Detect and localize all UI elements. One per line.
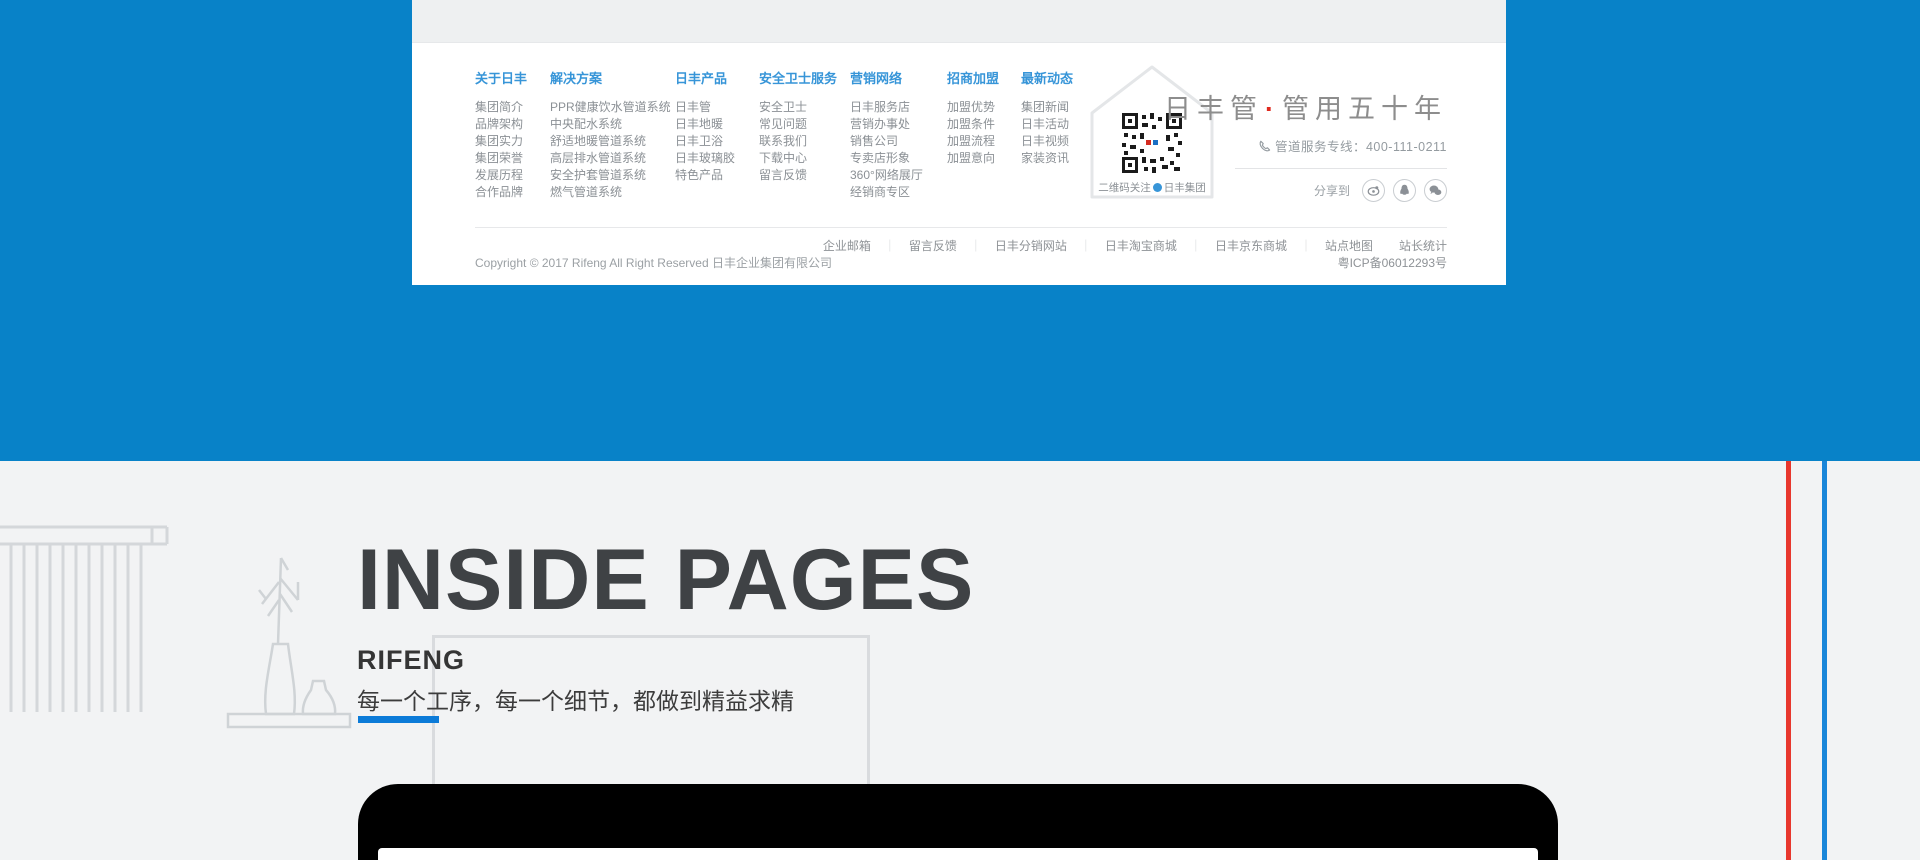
footer-link[interactable]: 高层排水管道系统 [550,150,675,167]
footer-column-title[interactable]: 解决方案 [550,68,675,87]
bottom-link[interactable]: 站长统计 [1399,239,1447,253]
accent-underline [358,716,439,723]
footer-column-title[interactable]: 营销网络 [850,68,947,87]
footer-link[interactable]: PPR健康饮水管道系统 [550,99,675,116]
weibo-icon[interactable] [1362,179,1385,202]
footer-link[interactable]: 加盟意向 [947,150,1021,167]
inside-subtitle: RIFENG [357,645,974,676]
icp-number: 粤ICP备06012293号 [1338,254,1447,271]
footer-column: 营销网络日丰服务店营销办事处销售公司专卖店形象360°网络展厅经销商专区 [850,68,947,201]
footer-link[interactable]: 联系我们 [759,133,850,150]
page: 关于日丰集团简介品牌架构集团实力集团荣誉发展历程合作品牌解决方案PPR健康饮水管… [0,0,1920,860]
footer-column: 日丰产品日丰管日丰地暖日丰卫浴日丰玻璃胶特色产品 [675,68,759,201]
link-separator: ｜ [1080,239,1092,253]
share-label: 分享到 [1314,182,1350,199]
footer-link[interactable]: 经销商专区 [850,184,947,201]
footer-link[interactable]: 合作品牌 [475,184,550,201]
bottom-link[interactable]: 日丰分销网站 [995,239,1067,253]
footer-column: 解决方案 PPR健康饮水管道系统中央配水系统舒适地暖管道系统高层排水管道系统安全护… [550,68,675,201]
bottom-links: 企业邮箱 ｜ 留言反馈 ｜ 日丰分销网站 ｜ 日丰淘宝商城 ｜ 日丰京东商城 ｜ 站点地图 站长统计 [823,237,1447,254]
inside-pages-section: INSIDE PAGES RIFENG 每一个工序，每一个细节，都做到精益求精 [357,537,974,716]
footer-link[interactable]: 留言反馈 [759,167,850,184]
link-separator: ｜ [970,239,982,253]
bottom-link[interactable]: 日丰京东商城 [1215,239,1287,253]
tablet-mockup [358,784,1558,860]
footer-link[interactable]: 销售公司 [850,133,947,150]
footer-link[interactable]: 燃气管道系统 [550,184,675,201]
footer-column-title[interactable]: 日丰产品 [675,68,759,87]
footer-link[interactable]: 集团简介 [475,99,550,116]
link-separator: ｜ [1190,239,1202,253]
copyright-text: Copyright © 2017 Rifeng All Right Reserv… [475,254,832,271]
qq-icon[interactable] [1393,179,1416,202]
footer-column-title[interactable]: 招商加盟 [947,68,1021,87]
inside-title: INSIDE PAGES [357,537,974,623]
footer-link[interactable]: 常见问题 [759,116,850,133]
bottom-link[interactable]: 日丰淘宝商城 [1105,239,1177,253]
footer-link[interactable]: 加盟优势 [947,99,1021,116]
footer-link[interactable]: 安全护套管道系统 [550,167,675,184]
bottom-link[interactable]: 站点地图 [1325,239,1373,253]
footer-link[interactable]: 营销办事处 [850,116,947,133]
bottom-link[interactable]: 留言反馈 [909,239,957,253]
footer-link[interactable]: 加盟条件 [947,116,1021,133]
footer-link[interactable]: 下载中心 [759,150,850,167]
footer-link[interactable]: 日丰卫浴 [675,133,759,150]
footer-link[interactable]: 日丰服务店 [850,99,947,116]
footer-link[interactable]: 日丰玻璃胶 [675,150,759,167]
service-hotline: 管道服务专线：400-111-0211 [1147,136,1447,155]
footer-divider [475,227,1447,228]
footer-column: 招商加盟加盟优势加盟条件加盟流程加盟意向 [947,68,1021,201]
link-separator: ｜ [1300,239,1312,253]
footer-link[interactable]: 品牌架构 [475,116,550,133]
footer-link[interactable]: 舒适地暖管道系统 [550,133,675,150]
footer-nav-columns: 关于日丰集团简介品牌架构集团实力集团荣誉发展历程合作品牌解决方案PPR健康饮水管… [475,68,1101,201]
vase-decoration-icon [218,548,358,732]
blue-accent-line [1822,461,1827,860]
bottom-link[interactable]: 企业邮箱 [823,239,871,253]
share-row: 分享到 [1147,179,1447,202]
footer-link[interactable]: 日丰管 [675,99,759,116]
footer-link[interactable]: 集团荣誉 [475,150,550,167]
footer-link[interactable]: 专卖店形象 [850,150,947,167]
footer-column-title[interactable]: 关于日丰 [475,68,550,87]
red-accent-line [1786,461,1791,860]
footer-card: 关于日丰集团简介品牌架构集团实力集团荣誉发展历程合作品牌解决方案PPR健康饮水管… [412,43,1506,285]
footer-link[interactable]: 加盟流程 [947,133,1021,150]
footer-link[interactable]: 集团实力 [475,133,550,150]
slogan-dot: · [1265,94,1280,124]
tablet-screen [378,848,1538,860]
footer-link[interactable]: 特色产品 [675,167,759,184]
footer-column: 安全卫士服务安全卫士常见问题联系我们下载中心留言反馈 [759,68,850,201]
blinds-decoration-icon [0,524,172,716]
link-separator: ｜ [884,239,896,253]
footer-link[interactable]: 发展历程 [475,167,550,184]
footer-link[interactable]: 日丰地暖 [675,116,759,133]
footer-mockup: 关于日丰集团简介品牌架构集团实力集团荣誉发展历程合作品牌解决方案PPR健康饮水管… [412,0,1506,285]
phone-icon [1258,140,1271,153]
footer-column: 关于日丰集团简介品牌架构集团实力集团荣誉发展历程合作品牌 [475,68,550,201]
brand-divider [1235,168,1447,169]
wechat-icon[interactable] [1424,179,1447,202]
pre-footer-strip [412,0,1506,43]
brand-slogan: 日丰管·管用五十年 [1147,87,1447,126]
brand-block: 日丰管·管用五十年 管道服务专线：400-111-0211 分享到 [1147,87,1447,202]
footer-column-title[interactable]: 安全卫士服务 [759,68,850,87]
inside-description: 每一个工序，每一个细节，都做到精益求精 [357,682,974,716]
footer-link[interactable]: 中央配水系统 [550,116,675,133]
footer-link[interactable]: 安全卫士 [759,99,850,116]
footer-link[interactable]: 360°网络展厅 [850,167,947,184]
